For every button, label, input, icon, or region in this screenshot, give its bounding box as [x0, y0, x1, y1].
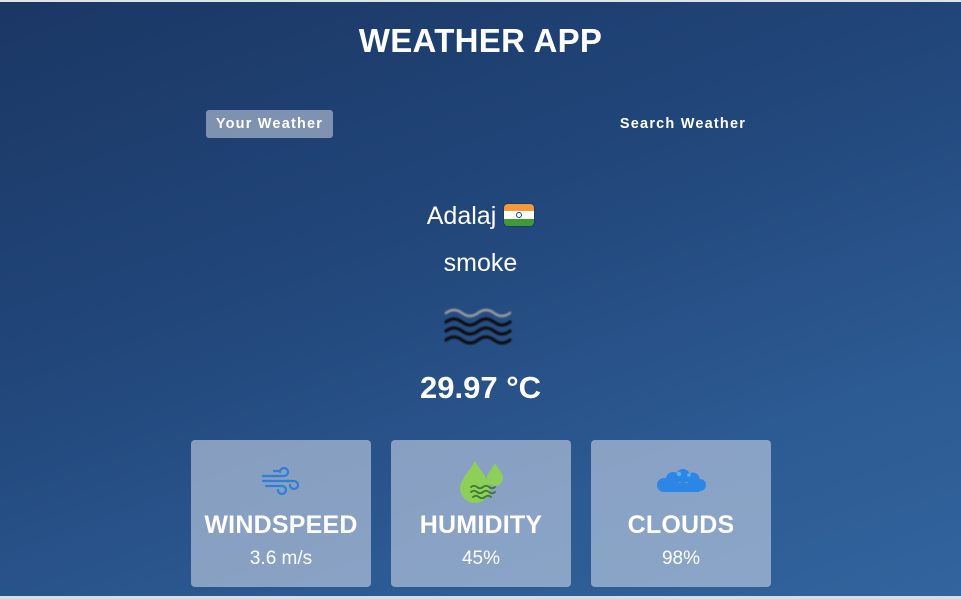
humidity-card: HUMIDITY 45% [391, 440, 571, 587]
tab-your-weather[interactable]: Your Weather [206, 110, 333, 138]
wind-icon [260, 466, 302, 501]
clouds-value: 98% [661, 548, 701, 569]
humidity-drops-icon [457, 458, 505, 509]
app-title: WEATHER APP [358, 22, 603, 59]
tab-search-weather[interactable]: Search Weather [612, 110, 754, 138]
temperature: 29.97 °C [420, 370, 541, 405]
humidity-value: 45% [461, 548, 501, 569]
humidity-title: HUMIDITY [419, 511, 543, 539]
weather-app: WEATHER APP Your Weather Search Weather … [0, 0, 961, 596]
location-line: Adalaj [0, 202, 961, 231]
windspeed-value: 3.6 m/s [249, 548, 313, 569]
cloud-icon [655, 468, 707, 499]
weather-description: smoke [443, 249, 518, 277]
clouds-card: CLOUDS 98% [591, 440, 771, 587]
clouds-title: CLOUDS [627, 511, 735, 539]
windspeed-title: WINDSPEED [204, 511, 358, 539]
smoke-haze-icon [440, 302, 516, 354]
windspeed-card: WINDSPEED 3.6 m/s [191, 440, 371, 587]
india-flag-icon [504, 204, 535, 226]
city-name: Adalaj [426, 202, 497, 230]
